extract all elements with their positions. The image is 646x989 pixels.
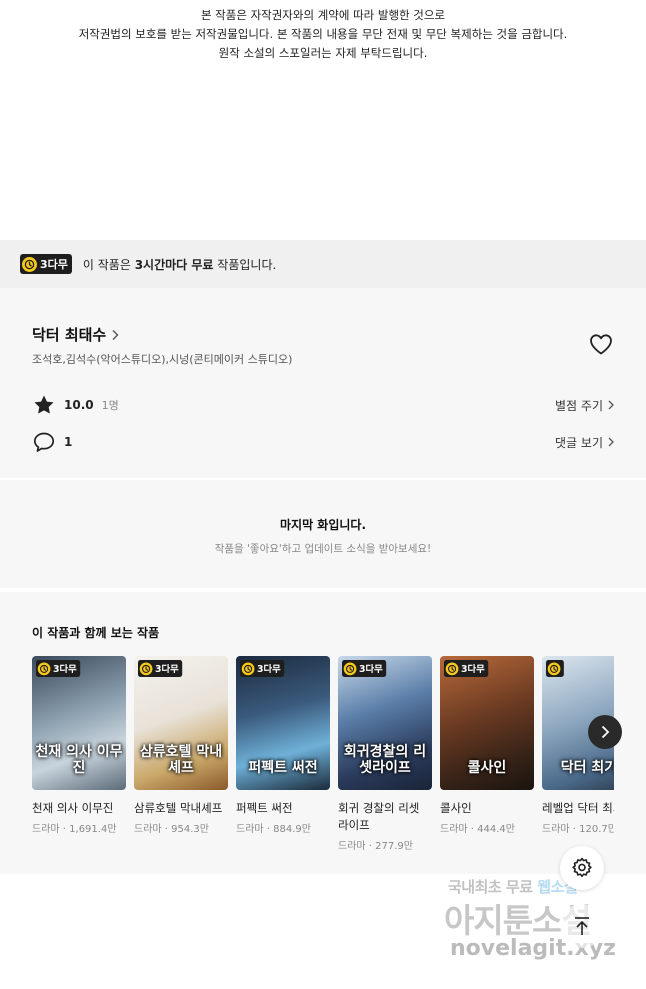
recommendation-card[interactable]: 3다무 퍼펙트 써전 퍼펙트 써전 드라마 · 884.9만 [236,656,330,835]
recommendation-section: 이 작품과 함께 보는 작품 3다무 천재 의사 이무진 천재 의사 이무진 드라마 … [0,592,646,874]
notice-line-1: 본 작품은 자작권자와의 계약에 따라 발행한 것으로 [200,8,446,22]
free-badge-label: 3다무 [359,663,383,675]
chevron-right-icon [112,329,119,340]
card-meta: 드라마 · 954.3만 [134,824,209,835]
card-meta: 드라마 · 1,691.4만 [32,824,117,835]
chevron-right-icon [608,400,614,410]
card-meta: 드라마 · 884.9만 [236,824,311,835]
card-meta: 드라마 · 277.9만 [338,841,413,852]
recommendation-card[interactable]: 3다무 천재 의사 이무진 천재 의사 이무진 드라마 · 1,691.4만 [32,656,126,835]
rating-count: 1명 [101,399,119,412]
free-badge: 3다무 [342,660,387,677]
last-episode-title: 마지막 화입니다. [279,518,367,532]
carousel-next-button[interactable] [588,715,622,749]
cover-title: 퍼펙트 써전 [248,760,318,776]
clock-icon [343,662,357,675]
recommendation-title: 이 작품과 함께 보는 작품 [32,626,160,640]
card-meta: 드라마 · 444.4만 [440,824,515,835]
cover-image: 3다무콜사인 [440,656,534,790]
cover-title: 회귀경찰의 리셋라이프 [343,744,427,776]
notice-line-2: 저작권법의 보호를 받는 저작권물입니다. 본 작품의 내용을 무단 전재 및 … [78,27,568,41]
recommendation-card[interactable]: 3다무 삼류호텔 막내셰프 삼류호텔 막내셰프 드라마 · 954.3만 [134,656,228,835]
cover-title: 콜사인 [467,760,507,776]
cover-image: 3다무천재 의사 이무진 [32,656,126,790]
clock-icon [37,662,51,675]
free-badge-label: 3다무 [257,663,281,675]
work-info-panel: 닥터 최태수 조석호,김석수(악어스튜디오),시넝(콘티메이커 스튜디오) 10… [0,288,646,478]
free-badge-label: 3다무 [461,663,485,675]
free-info-bar: 3다무 이 작품은 3시간마다 무료 작품입니다. [0,240,646,288]
comment-row: 1 댓글 보기 [32,431,614,453]
cover-title: 닥터 최기 [560,760,614,776]
card-meta: 드라마 · 120.7만 [542,824,614,835]
comments-button[interactable]: 댓글 보기 [555,434,614,451]
watermark: 국내최초 무료 웹소설 아지툰소설 novelagit.xyz [444,872,634,982]
chevron-right-icon [601,725,610,739]
recommendation-carousel: 3다무 천재 의사 이무진 천재 의사 이무진 드라마 · 1,691.4만 3다무 삼류… [32,656,614,866]
heart-icon[interactable] [589,333,613,355]
cover-image: 3다무회귀경찰의 리셋라이프 [338,656,432,790]
clock-icon [241,662,255,675]
work-authors: 조석호,김석수(악어스튜디오),시넝(콘티메이커 스튜디오) [32,353,293,366]
clock-icon [139,662,153,675]
scroll-top-button[interactable] [560,904,604,948]
card-title: 삼류호텔 막내셰프 [134,801,223,815]
cover-title: 천재 의사 이무진 [35,744,123,776]
free-badge [546,660,564,677]
free-badge-label: 3다무 [40,258,68,271]
gear-icon [572,857,592,878]
rating-row: 10.0 1명 별점 주기 [32,394,614,416]
card-title: 레벨업 닥터 최기석 [542,801,614,815]
settings-button[interactable] [560,846,604,890]
comment-count: 1 [64,435,73,449]
cover-image: 3다무삼류호텔 막내셰프 [134,656,228,790]
clock-icon [22,256,37,272]
free-info-text: 이 작품은 3시간마다 무료 작품입니다. [82,257,277,272]
last-episode-panel: 마지막 화입니다. 작품을 '좋아요'하고 업데이트 소식을 받아보세요! [0,480,646,588]
free-badge-label: 3다무 [155,663,179,675]
chevron-right-icon [608,437,614,447]
cover-image: 3다무퍼펙트 써전 [236,656,330,790]
copyright-notice: 본 작품은 자작권자와의 계약에 따라 발행한 것으로 저작권법의 보호를 받는… [0,6,646,63]
notice-line-3: 원작 소설의 스포일러는 자제 부탁드립니다. [218,46,428,60]
recommendation-card[interactable]: 3다무회귀경찰의 리셋라이프회귀 경찰의 리셋 라이프드라마 · 277.9만 [338,656,432,852]
free-badge: 3다무 [36,660,81,677]
rating-value: 10.0 [64,398,94,412]
clock-icon [445,662,459,675]
comment-icon [33,432,55,452]
card-title: 회귀 경찰의 리셋 라이프 [338,801,420,832]
free-badge-label: 3다무 [53,663,77,675]
card-title: 퍼펙트 써전 [236,801,293,815]
card-title: 천재 의사 이무진 [32,801,114,815]
cover-title: 삼류호텔 막내셰프 [139,744,223,776]
free-badge: 3다무 [240,660,285,677]
work-title-link[interactable]: 닥터 최태수 [32,324,119,345]
arrow-up-icon [575,917,589,935]
star-icon [34,395,54,414]
recommendation-card[interactable]: 3다무 콜사인 콜사인 드라마 · 444.4만 [440,656,534,835]
card-title: 콜사인 [440,801,472,815]
work-title: 닥터 최태수 [32,326,107,344]
free-badge: 3다무 [138,660,183,677]
clock-icon [547,662,561,675]
free-badge: 3다무 [444,660,489,677]
last-episode-subtitle: 작품을 '좋아요'하고 업데이트 소식을 받아보세요! [214,543,432,555]
rate-button[interactable]: 별점 주기 [555,397,614,414]
free-badge: 3다무 [20,254,72,274]
